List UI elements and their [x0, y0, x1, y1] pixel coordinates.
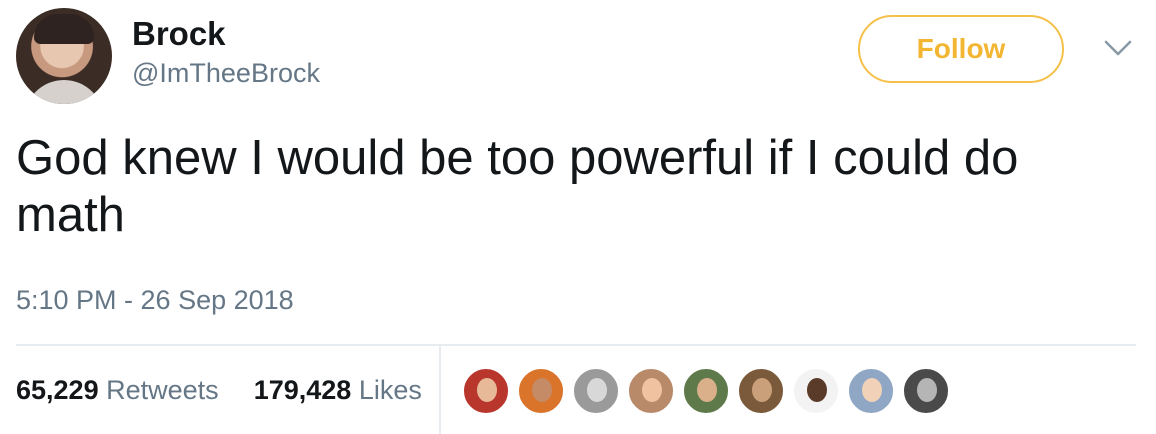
liker-face — [752, 378, 772, 402]
liker-avatar[interactable] — [792, 367, 840, 415]
liker-avatar[interactable] — [902, 367, 950, 415]
liker-face — [697, 378, 717, 402]
avatar-shirt — [24, 80, 104, 104]
follow-button[interactable]: Follow — [858, 15, 1064, 83]
author-name[interactable]: Brock — [132, 14, 226, 54]
author-handle[interactable]: @ImTheeBrock — [132, 56, 320, 90]
liker-face — [477, 378, 497, 402]
liker-avatar[interactable] — [847, 367, 895, 415]
liker-avatar[interactable] — [517, 367, 565, 415]
tweet-timestamp[interactable]: 5:10 PM - 26 Sep 2018 — [16, 282, 294, 318]
liker-face — [917, 378, 937, 402]
retweets-count: 65,229 — [16, 375, 99, 405]
tweet-card: Brock @ImTheeBrock Follow God knew I wou… — [0, 0, 1156, 434]
liker-avatar[interactable] — [627, 367, 675, 415]
liker-face — [532, 378, 552, 402]
liker-face — [807, 378, 827, 402]
retweets-label: Retweets — [106, 375, 219, 405]
liker-face — [642, 378, 662, 402]
likes-label: Likes — [358, 375, 422, 405]
liker-face — [862, 378, 882, 402]
liker-avatar[interactable] — [462, 367, 510, 415]
author-avatar[interactable] — [16, 8, 112, 104]
stats-divider — [16, 344, 1136, 346]
avatar-hair — [34, 14, 94, 44]
likes-link[interactable]: 179,428 Likes — [246, 375, 422, 405]
liker-avatar[interactable] — [737, 367, 785, 415]
stats-vertical-divider — [439, 346, 441, 434]
liker-avatar[interactable] — [682, 367, 730, 415]
tweet-text: God knew I would be too powerful if I co… — [16, 131, 1019, 242]
liker-face — [587, 378, 607, 402]
chevron-down-icon[interactable] — [1100, 36, 1136, 60]
retweets-link[interactable]: 65,229 Retweets — [16, 375, 226, 405]
liker-avatar[interactable] — [572, 367, 620, 415]
tweet-stats: 65,229 Retweets 179,428 Likes — [16, 372, 422, 408]
likes-count: 179,428 — [253, 375, 352, 405]
